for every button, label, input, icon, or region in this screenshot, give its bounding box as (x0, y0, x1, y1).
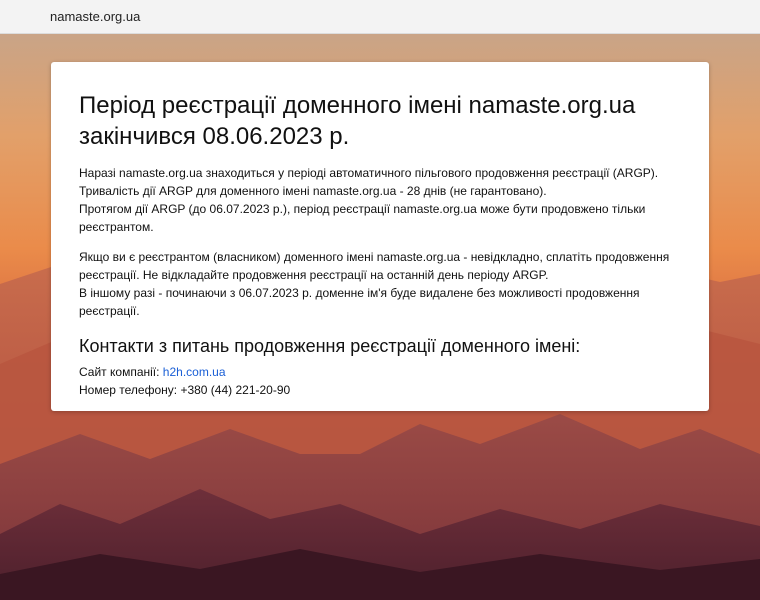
argp-info-line: Протягом дії ARGP (до 06.07.2023 р.), пе… (79, 202, 646, 234)
company-site-row: Сайт компанії: h2h.com.ua (79, 363, 681, 381)
phone-row: Номер телефону: +380 (44) 221-20-90 (79, 381, 681, 399)
title-line-1: Період реєстрації доменного імені namast… (79, 92, 636, 119)
argp-info-line: Тривалість дії ARGP для доменного імені … (79, 184, 547, 198)
site-name: namaste.org.ua (50, 9, 141, 24)
title-line-2: закінчився 08.06.2023 р. (79, 123, 350, 150)
page-title: Період реєстрації доменного імені namast… (79, 90, 681, 152)
phone-label: Номер телефону: (79, 383, 178, 397)
registrant-warning-line: Якщо ви є реєстрантом (власником) доменн… (79, 250, 670, 282)
phone-value: +380 (44) 221-20-90 (180, 383, 291, 397)
company-site-link[interactable]: h2h.com.ua (163, 365, 226, 379)
company-site-label: Сайт компанії: (79, 365, 160, 379)
registrant-warning-line: В іншому разі - починаючи з 06.07.2023 р… (79, 286, 640, 318)
notice-card: Період реєстрації доменного імені namast… (51, 62, 709, 411)
top-bar: namaste.org.ua (0, 0, 760, 34)
argp-info: Наразі namaste.org.ua знаходиться у пері… (79, 164, 681, 236)
registrant-warning: Якщо ви є реєстрантом (власником) доменн… (79, 248, 681, 320)
argp-info-line: Наразі namaste.org.ua знаходиться у пері… (79, 166, 659, 180)
contacts-heading: Контакти з питань продовження реєстрації… (79, 336, 581, 356)
